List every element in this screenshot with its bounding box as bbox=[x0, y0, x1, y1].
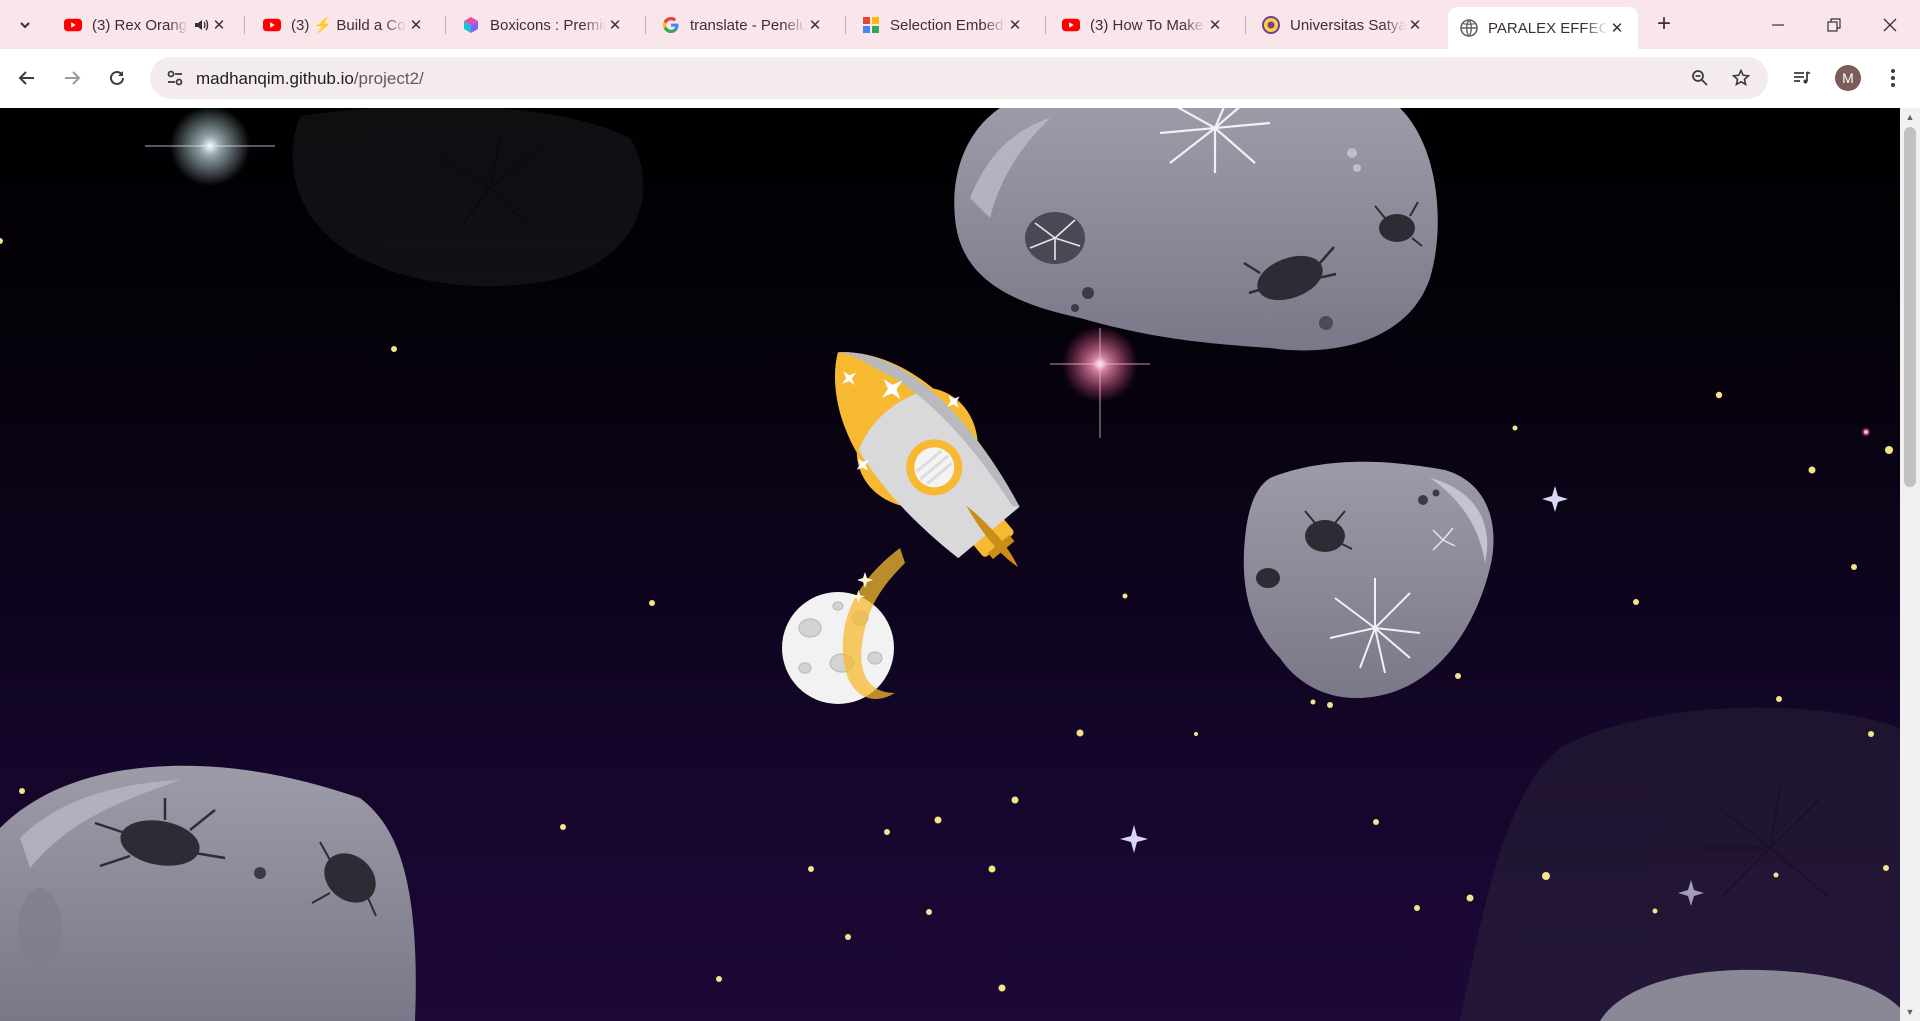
tab-paralex-effect[interactable]: PARALEX EFFECT ✕ bbox=[1448, 7, 1638, 49]
restore-button[interactable] bbox=[1806, 0, 1862, 49]
tab-title: (3) Rex Orange County bbox=[92, 16, 188, 34]
selection-icon bbox=[862, 16, 880, 34]
reload-button[interactable] bbox=[100, 61, 134, 95]
tab-title: Boxicons : Premium bbox=[490, 16, 606, 34]
close-window-button[interactable] bbox=[1862, 0, 1918, 49]
background-asteroid bbox=[1460, 707, 1900, 1021]
url-host: madhanqim.github.io bbox=[196, 69, 354, 88]
tab-selection-embed[interactable]: Selection Embed ✕ bbox=[850, 8, 1036, 42]
tab-strip: (3) Rex Orange County ✕ (3) ⚡ Build a Co… bbox=[0, 0, 1920, 49]
glowing-star bbox=[1050, 326, 1150, 438]
site-info-button[interactable] bbox=[160, 63, 190, 93]
new-tab-button[interactable]: + bbox=[1649, 9, 1679, 39]
close-tab-icon[interactable]: ✕ bbox=[210, 16, 228, 34]
tab-separator bbox=[845, 16, 846, 34]
parallax-scene bbox=[0, 108, 1900, 1021]
tab-title: Selection Embed bbox=[890, 16, 1004, 34]
tab-build-a-complete[interactable]: (3) ⚡ Build a Complete ✕ bbox=[251, 8, 437, 42]
tab-universitas-satya[interactable]: Universitas Satya ✕ bbox=[1250, 8, 1436, 42]
close-tab-icon[interactable]: ✕ bbox=[1406, 16, 1424, 34]
globe-icon bbox=[1460, 19, 1478, 37]
tab-separator bbox=[1245, 16, 1246, 34]
tab-title: Universitas Satya bbox=[1290, 16, 1406, 34]
youtube-icon bbox=[263, 16, 281, 34]
youtube-icon bbox=[1062, 16, 1080, 34]
tab-separator bbox=[244, 16, 245, 34]
tab-translate[interactable]: translate - Penelusuran ✕ bbox=[650, 8, 836, 42]
tab-rex-orange-county[interactable]: (3) Rex Orange County ✕ bbox=[52, 8, 240, 42]
scroll-down-arrow-icon[interactable]: ▼ bbox=[1904, 1006, 1916, 1018]
close-tab-icon[interactable]: ✕ bbox=[606, 16, 624, 34]
glowing-star bbox=[145, 108, 275, 186]
arrow-left-icon bbox=[18, 71, 34, 85]
reload-icon bbox=[110, 70, 124, 85]
menu-button[interactable] bbox=[1876, 61, 1910, 95]
google-icon bbox=[662, 16, 680, 34]
moon bbox=[782, 592, 894, 704]
vertical-scrollbar[interactable]: ▲ ▼ bbox=[1900, 108, 1920, 1021]
scroll-up-arrow-icon[interactable]: ▲ bbox=[1904, 111, 1916, 123]
asteroid-large-top bbox=[954, 108, 1438, 351]
close-icon bbox=[1883, 18, 1897, 31]
browser-toolbar: madhanqim.github.io/project2/ M bbox=[0, 49, 1920, 108]
speaker-icon[interactable] bbox=[192, 16, 210, 34]
star-dot bbox=[1864, 430, 1868, 434]
background-asteroid bbox=[292, 108, 644, 287]
tune-icon bbox=[167, 70, 183, 86]
close-tab-icon[interactable]: ✕ bbox=[806, 16, 824, 34]
arrow-right-icon bbox=[65, 71, 81, 85]
bookmark-button[interactable] bbox=[1726, 63, 1756, 93]
close-tab-icon[interactable]: ✕ bbox=[1006, 16, 1024, 34]
tab-separator bbox=[645, 16, 646, 34]
asteroid-medium-right bbox=[1243, 461, 1494, 699]
tab-title: translate - Penelusuran bbox=[690, 16, 806, 34]
boxicons-icon bbox=[462, 16, 480, 34]
avatar[interactable]: M bbox=[1835, 65, 1861, 91]
close-tab-icon[interactable]: ✕ bbox=[1608, 19, 1626, 37]
close-tab-icon[interactable]: ✕ bbox=[1206, 16, 1224, 34]
more-vert-icon bbox=[1891, 69, 1895, 87]
rocket bbox=[835, 352, 1020, 567]
minimize-button[interactable] bbox=[1750, 0, 1806, 49]
minimize-icon bbox=[1772, 23, 1784, 26]
tab-search-button[interactable] bbox=[10, 10, 40, 40]
close-tab-icon[interactable]: ✕ bbox=[407, 16, 425, 34]
university-icon bbox=[1262, 16, 1280, 34]
back-button[interactable] bbox=[10, 61, 44, 95]
youtube-icon bbox=[64, 16, 82, 34]
address-bar[interactable]: madhanqim.github.io/project2/ bbox=[150, 57, 1768, 99]
zoom-button[interactable] bbox=[1685, 63, 1715, 93]
asteroid-large-bottom-left bbox=[0, 765, 416, 1021]
page-viewport bbox=[0, 108, 1900, 1021]
star-icon bbox=[1732, 69, 1750, 86]
media-control-button[interactable] bbox=[1785, 61, 1819, 95]
tab-separator bbox=[1045, 16, 1046, 34]
tab-separator bbox=[445, 16, 446, 34]
url-path: /project2/ bbox=[353, 69, 424, 88]
forward-button[interactable] bbox=[55, 61, 89, 95]
url-text[interactable]: madhanqim.github.io/project2/ bbox=[196, 69, 424, 89]
tab-boxicons[interactable]: Boxicons : Premium ✕ bbox=[450, 8, 636, 42]
zoom-out-icon bbox=[1692, 70, 1708, 86]
tab-title: (3) How To Make bbox=[1090, 16, 1204, 34]
tab-title: (3) ⚡ Build a Complete bbox=[291, 17, 407, 34]
chevron-down-icon bbox=[20, 22, 30, 29]
tab-how-to-make[interactable]: (3) How To Make ✕ bbox=[1050, 8, 1236, 42]
scrollbar-thumb[interactable] bbox=[1904, 127, 1916, 487]
restore-icon bbox=[1827, 17, 1841, 32]
media-queue-icon bbox=[1794, 71, 1811, 84]
tab-title: PARALEX EFFECT bbox=[1488, 19, 1608, 37]
